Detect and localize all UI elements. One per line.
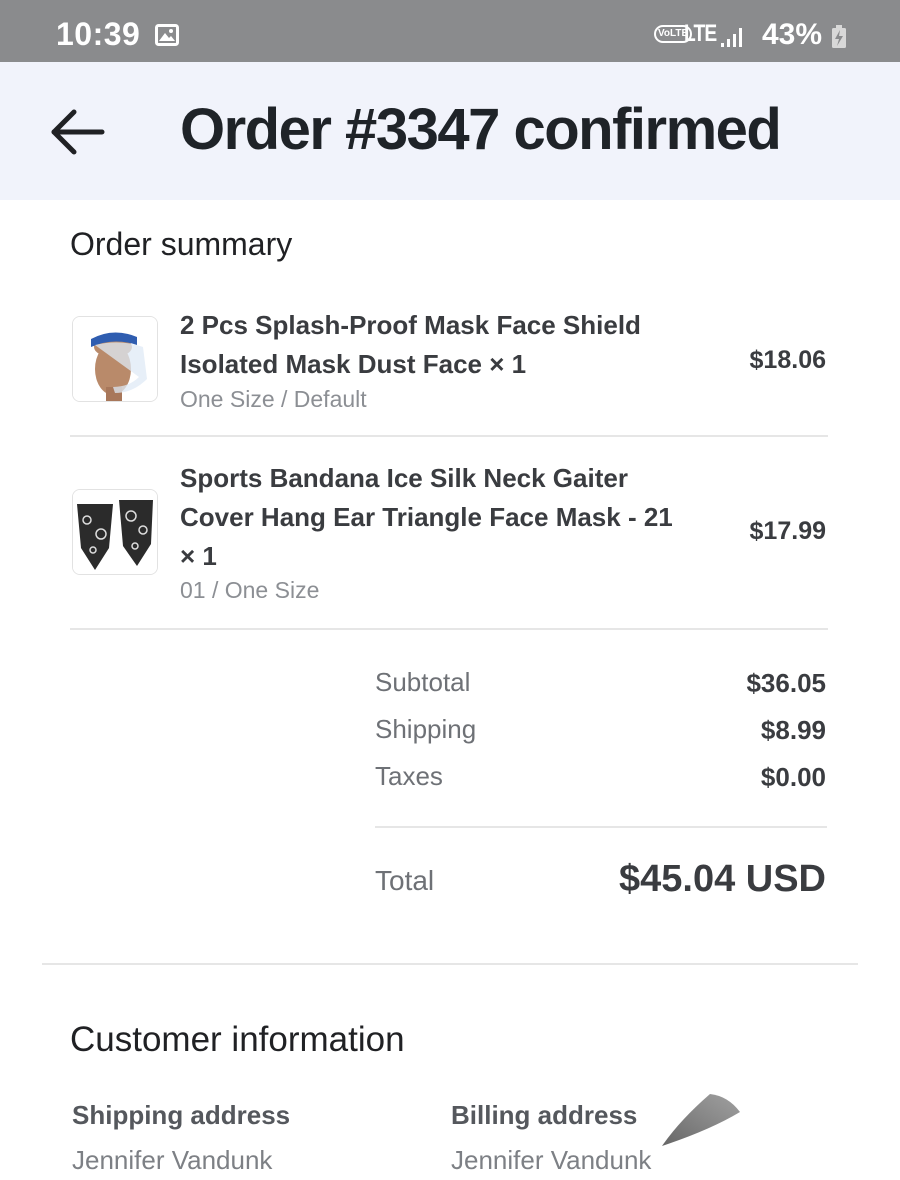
face-shield-product-icon [72,316,158,402]
subtotal-label: Subtotal [375,667,471,697]
item-variant: 01 / One Size [180,577,320,603]
arrow-left-icon[interactable] [48,102,108,162]
item-title: 2 Pcs Splash-Proof Mask Face Shield Isol… [180,310,641,379]
billing-address-name: Jennifer Vandunk [451,1145,652,1175]
status-bar: 10:39 VoLTE LTE 43% [0,0,900,62]
header: Order #3347 confirmed [0,62,900,200]
item-title: Sports Bandana Ice Silk Neck Gaiter Cove… [180,463,673,571]
shipping-label: Shipping [375,714,477,744]
divider [70,435,828,437]
screen-smudge [662,1094,740,1146]
page-title: Order #3347 confirmed [180,97,782,162]
order-summary-heading: Order summary [70,226,293,262]
subtotal-value: $36.05 [746,668,826,698]
status-time: 10:39 [56,16,141,52]
signal-icon [721,28,742,47]
line-item-bandana[interactable]: Sports Bandana Ice Silk Neck Gaiter Cove… [70,459,828,609]
gallery-icon [155,24,179,46]
total-value: $45.04 USD [618,858,826,900]
bandana-product-icon [72,489,158,575]
taxes-label: Taxes [375,761,443,791]
divider [70,628,828,630]
line-item-face-shield[interactable]: 2 Pcs Splash-Proof Mask Face Shield Isol… [70,306,828,416]
item-price: $17.99 [749,517,826,545]
item-price: $18.06 [749,346,826,374]
totals-divider [375,826,827,828]
battery-percentage: 43% [762,18,823,51]
shipping-address-name: Jennifer Vandunk [72,1145,273,1175]
battery-charging-icon [832,25,846,48]
taxes-value: $0.00 [760,762,826,792]
shipping-value: $8.99 [760,715,826,745]
billing-address-heading: Billing address [451,1100,638,1130]
customer-information-heading: Customer information [70,1020,405,1059]
section-divider [42,963,858,965]
shipping-address-heading: Shipping address [72,1100,291,1130]
network-type: LTE [684,20,717,47]
item-variant: One Size / Default [180,386,367,412]
total-label: Total [375,865,435,896]
